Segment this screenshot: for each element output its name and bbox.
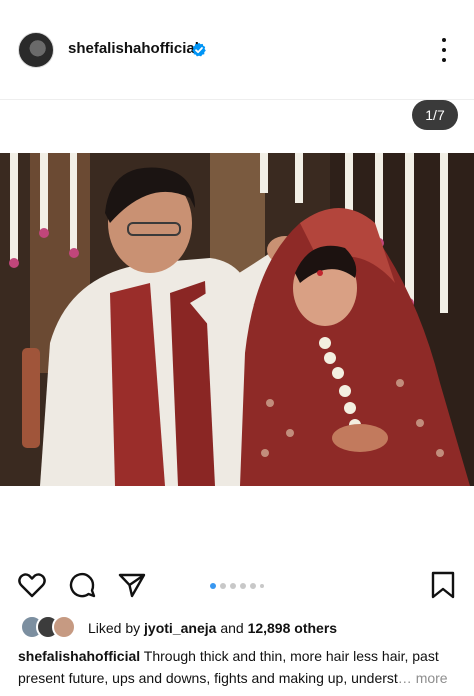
likes-count[interactable]: 12,898 others — [248, 620, 338, 636]
liker-username[interactable]: jyoti_aneja — [144, 620, 216, 636]
profile-avatar[interactable] — [18, 32, 54, 68]
post-action-bar — [0, 562, 474, 606]
avatar — [52, 615, 76, 639]
likes-row: Liked by jyoti_aneja and 12,898 others — [0, 613, 474, 643]
carousel-dot — [220, 583, 226, 589]
photo-illustration — [0, 153, 474, 486]
bookmark-icon[interactable] — [428, 570, 458, 600]
caption-username[interactable]: shefalishahofficial — [18, 648, 140, 664]
carousel-dot — [230, 583, 236, 589]
carousel-counter: 1/7 — [412, 100, 458, 130]
carousel-dot-active — [210, 583, 216, 589]
post-photo[interactable] — [0, 153, 474, 486]
liker-avatars[interactable] — [20, 615, 80, 639]
paper-plane-icon[interactable] — [117, 570, 147, 600]
likes-summary[interactable]: Liked by jyoti_aneja and 12,898 others — [88, 620, 337, 636]
verified-badge-icon — [192, 42, 206, 57]
carousel-dot — [260, 584, 264, 588]
post-caption: shefalishahofficial Through thick and th… — [18, 648, 448, 686]
post-header: shefalishahofficial — [0, 0, 474, 100]
likes-prefix: Liked by — [88, 620, 141, 636]
comment-bubble-icon[interactable] — [67, 570, 97, 600]
carousel-indicator — [210, 583, 264, 589]
post-username[interactable]: shefalishahofficial — [68, 40, 199, 57]
heart-icon[interactable] — [17, 570, 47, 600]
more-vertical-icon[interactable] — [436, 38, 452, 62]
caption-more-link[interactable]: more — [416, 670, 448, 686]
likes-conjunction: and — [220, 620, 244, 636]
carousel-dot — [240, 583, 246, 589]
carousel-dot — [250, 583, 256, 589]
